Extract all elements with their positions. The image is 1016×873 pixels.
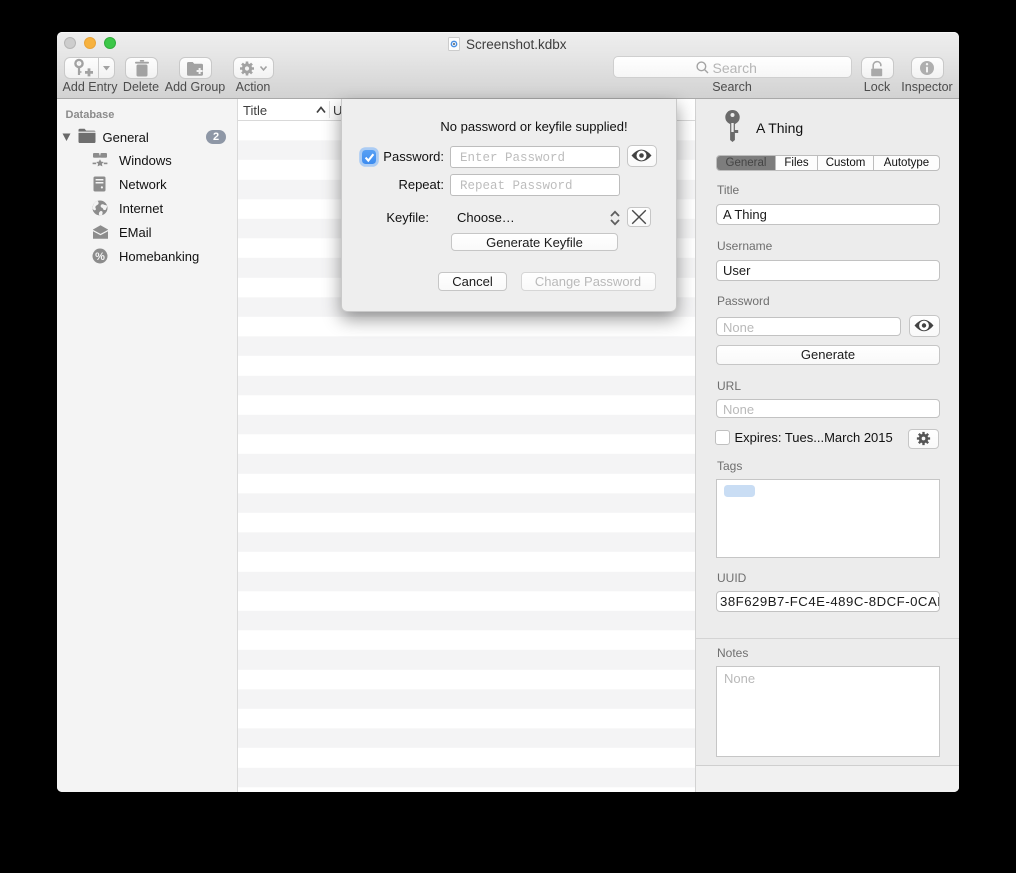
- svg-text:%: %: [95, 250, 105, 262]
